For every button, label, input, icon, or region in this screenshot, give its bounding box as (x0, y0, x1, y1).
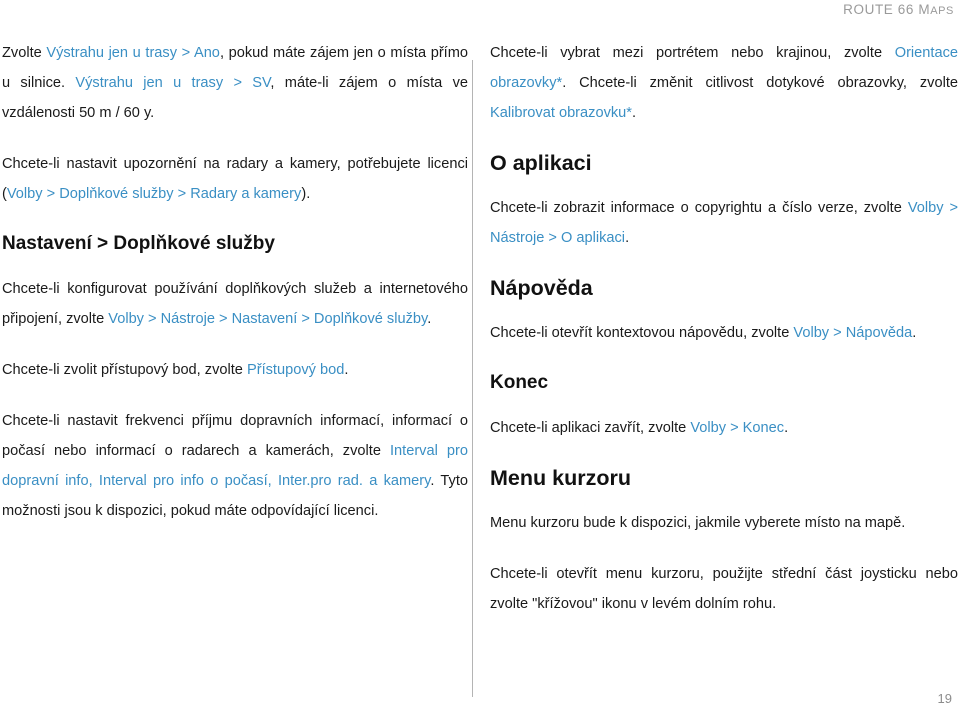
text-run: . (912, 325, 917, 341)
text-run: . (427, 311, 432, 327)
paragraph-screen-orientation: Chcete-li vybrat mezi portrétem nebo kra… (490, 38, 958, 128)
text-run: . (784, 420, 789, 436)
menu-path-volby-napoveda: Volby > Nápověda (793, 325, 913, 341)
text-run: ). (301, 186, 311, 202)
right-column: Chcete-li vybrat mezi portrétem nebo kra… (490, 38, 958, 619)
text-run: Menu kurzoru bude k dispozici, jakmile v… (490, 515, 906, 531)
heading-napoveda: Nápověda (490, 276, 593, 300)
paragraph-access-point: Chcete-li zvolit přístupový bod, zvolte … (2, 355, 468, 385)
running-header-smallcap-initial: M (918, 2, 931, 17)
heading-konec: Konec (490, 372, 549, 393)
running-header-smallcaps: APS (930, 5, 954, 17)
left-column: Zvolte Výstrahu jen u trasy > Ano, pokud… (2, 38, 468, 526)
paragraph-cursor-menu-availability: Menu kurzoru bude k dispozici, jakmile v… (490, 508, 958, 538)
text-run: . Chcete-li změnit citlivost dotykové ob… (562, 75, 958, 91)
menu-path-volby-nastroje-nastaveni: Volby > Nástroje > Nastavení > Doplňkové… (108, 311, 428, 327)
text-run: . (631, 105, 637, 121)
paragraph-configure-services: Chcete-li konfigurovat používání doplňko… (2, 274, 468, 334)
text-run: Chcete-li zobrazit informace o copyright… (490, 200, 908, 216)
paragraph-traffic-intervals: Chcete-li nastavit frekvenci příjmu dopr… (2, 406, 468, 526)
document-page: ROUTE 66 MAPS Zvolte Výstrahu jen u tras… (0, 0, 960, 718)
text-run: Chcete-li vybrat mezi portrétem nebo kra… (490, 45, 895, 61)
text-run: . (625, 230, 630, 246)
running-header-title: ROUTE 66 (843, 2, 919, 17)
paragraph-radar-license: Chcete-li nastavit upozornění na radary … (2, 149, 468, 209)
menu-path-vystrahu-sv: Výstrahu jen u trasy > SV (75, 75, 271, 91)
heading-nastaveni-doplnkove-sluzby: Nastavení > Doplňkové služby (2, 233, 275, 254)
text-run: Chcete-li otevřít menu kurzoru, použijte… (490, 566, 958, 612)
paragraph-route-warning: Zvolte Výstrahu jen u trasy > Ano, pokud… (2, 38, 468, 128)
text-run: Chcete-li otevřít kontextovou nápovědu, … (490, 325, 794, 341)
paragraph-context-help: Chcete-li otevřít kontextovou nápovědu, … (490, 318, 958, 348)
menu-item-pristupovy-bod: Přístupový bod (246, 362, 345, 378)
text-run: . (344, 362, 349, 378)
running-header: ROUTE 66 MAPS (843, 2, 954, 17)
text-run: Zvolte (2, 45, 47, 61)
text-run: Chcete-li zvolit přístupový bod, zvolte (2, 362, 247, 378)
menu-item-kalibrovat-obrazovku: Kalibrovat obrazovku* (490, 105, 632, 121)
menu-path-radary-kamery: Volby > Doplňkové služby > Radary a kame… (6, 186, 302, 202)
heading-menu-kurzoru: Menu kurzoru (490, 466, 631, 490)
paragraph-about-copyright: Chcete-li zobrazit informace o copyright… (490, 193, 958, 253)
column-divider (472, 60, 473, 697)
menu-path-vystrahu-ano: Výstrahu jen u trasy > Ano (46, 45, 220, 61)
heading-o-aplikaci: O aplikaci (490, 151, 592, 175)
menu-path-volby-konec: Volby > Konec (690, 420, 785, 436)
text-run: Chcete-li aplikaci zavřít, zvolte (490, 420, 691, 436)
paragraph-exit-app: Chcete-li aplikaci zavřít, zvolte Volby … (490, 413, 958, 443)
paragraph-open-cursor-menu: Chcete-li otevřít menu kurzoru, použijte… (490, 559, 958, 619)
page-number: 19 (937, 691, 952, 706)
